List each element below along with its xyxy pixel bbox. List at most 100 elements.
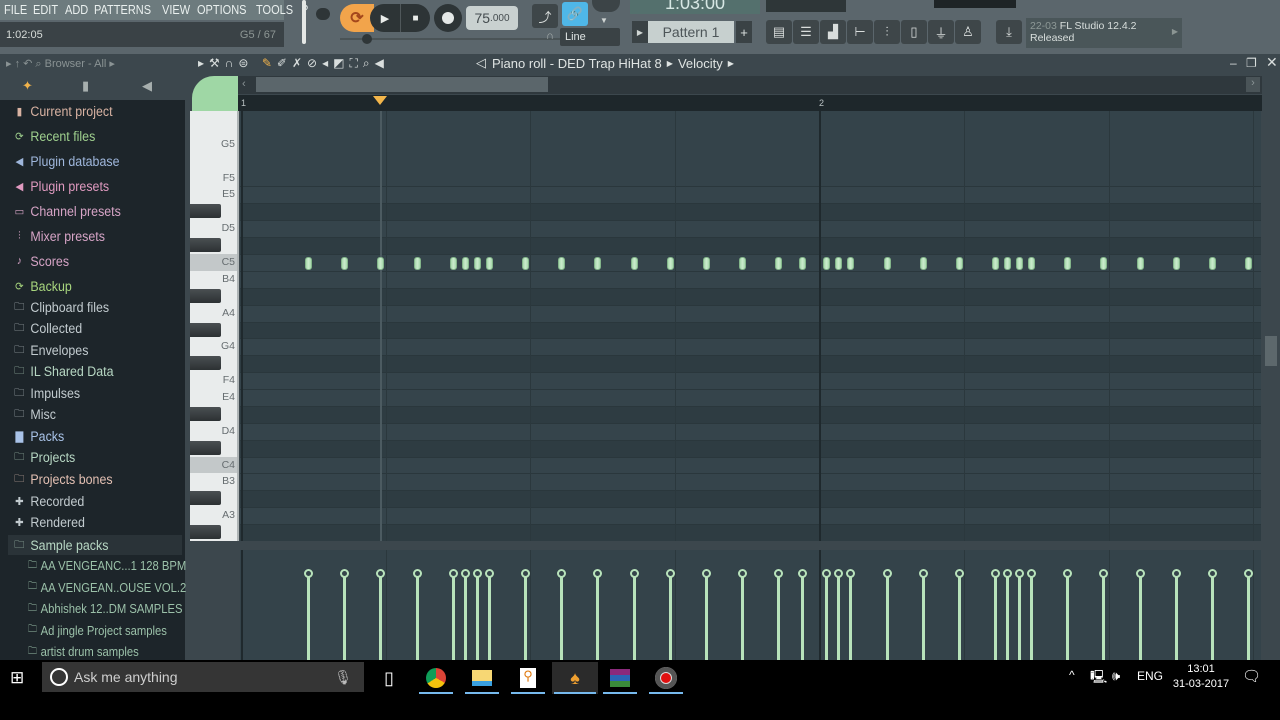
browser-item[interactable]: 🗀 Projects bones [12,469,113,489]
playback-icon[interactable]: ◀ [375,56,389,70]
velocity-bar[interactable] [704,574,708,660]
project-info-button[interactable]: ▯ [901,20,927,44]
note[interactable] [666,257,674,270]
note[interactable] [1208,257,1216,270]
velocity-handle[interactable] [798,569,808,578]
black-key[interactable] [190,440,221,455]
black-key[interactable] [190,288,221,303]
master-volume-slider[interactable] [302,0,306,44]
taskbar-chrome[interactable] [417,662,455,694]
velocity-bar[interactable] [475,574,479,660]
note[interactable] [1064,257,1072,270]
velocity-bar[interactable] [801,574,805,660]
vertical-scroll-thumb[interactable] [1265,336,1277,366]
note[interactable] [823,257,831,270]
black-key[interactable] [190,204,221,219]
browser-item[interactable]: ▮ Current project [12,101,113,121]
velocity-bar[interactable] [1210,574,1214,660]
song-position-handle[interactable] [362,34,372,44]
note[interactable] [702,257,710,270]
velocity-bar[interactable] [415,574,419,660]
menu-patterns[interactable]: PATTERNS [94,3,151,17]
velocity-handle[interactable] [1244,569,1254,578]
velocity-handle[interactable] [882,569,892,578]
snap-icon[interactable]: ⊜ [238,56,253,70]
taskbar-file-explorer[interactable] [463,662,501,694]
snap-select[interactable]: Line [560,28,620,46]
minimize-button[interactable]: – [1230,56,1237,70]
horizontal-scroll-thumb[interactable] [256,77,548,92]
vertical-scrollbar[interactable] [1262,76,1280,546]
song-time-display[interactable]: 1:03:00 [630,0,760,14]
velocity-handle[interactable] [629,569,639,578]
note[interactable] [413,257,421,270]
velocity-bar[interactable] [632,574,636,660]
note[interactable] [799,257,807,270]
note[interactable] [1003,257,1011,270]
note[interactable] [847,257,855,270]
options-arrow-icon[interactable]: ▸ [198,56,209,70]
windows-start-icon[interactable]: ⊞ [10,668,24,688]
note[interactable] [775,257,783,270]
browser-all-icon[interactable]: ✦ [22,78,33,94]
velocity-handle[interactable] [1015,569,1025,578]
browser-item[interactable]: 🗀 Sample packs [12,535,108,555]
pattern-prev-button[interactable]: ▶ [632,21,648,43]
velocity-handle[interactable] [954,569,964,578]
speaker-icon[interactable]: ◁ [476,55,486,71]
velocity-handle[interactable] [1171,569,1181,578]
velocity-handle[interactable] [822,569,832,578]
browser-item[interactable]: ◀ Plugin database [12,151,119,171]
velocity-handle[interactable] [1135,569,1145,578]
browser-item[interactable]: 🗀 Clipboard files [12,297,109,317]
master-pitch-knob[interactable] [316,8,330,20]
menu-view[interactable]: VIEW [162,3,190,17]
velocity-bar[interactable] [463,574,467,660]
velocity-bar[interactable] [1247,574,1251,660]
pattern-song-toggle[interactable]: ⟳ [340,4,374,32]
browser-files-icon[interactable]: ▮ [82,78,89,94]
velocity-bar[interactable] [487,574,491,660]
velocity-bar[interactable] [957,574,961,660]
velocity-bar[interactable] [379,574,383,660]
velocity-handle[interactable] [1099,569,1109,578]
wrench-icon[interactable]: ⚒ [209,56,225,70]
maximize-button[interactable]: ❐ [1246,56,1257,70]
velocity-bar[interactable] [1018,574,1022,660]
note[interactable] [992,257,999,270]
velocity-handle[interactable] [991,569,1000,578]
note[interactable] [1136,257,1144,270]
link-button[interactable]: 🔗 [562,2,588,26]
note[interactable] [449,257,457,270]
note[interactable] [1100,257,1108,270]
velocity-handle[interactable] [1207,569,1217,578]
zoom-icon[interactable]: ⌕ [363,56,375,70]
taskbar-winrar[interactable] [601,662,639,694]
velocity-handle[interactable] [340,569,350,578]
velocity-editor[interactable] [240,550,1261,660]
velocity-bar[interactable] [1138,574,1142,660]
volume-icon[interactable]: 🕪 [1112,668,1120,684]
browser-item[interactable]: ▇ Packs [12,426,64,446]
note[interactable] [522,257,530,270]
note[interactable] [1016,257,1024,270]
piano-keyboard[interactable]: G5 F5 E5 D5 C5 B4 A4 G4 F4 E4 D4 C4 B3 A3 [190,111,239,541]
language-indicator[interactable]: ENG [1137,669,1163,683]
note[interactable] [1172,257,1180,270]
browser-item[interactable]: ⫶ Mixer presets [12,226,105,246]
menu-options[interactable]: OPTIONS [197,3,247,17]
velocity-bar[interactable] [451,574,455,660]
browser-item[interactable]: 🗀 Impulses [12,383,80,403]
zoom-select-icon[interactable]: ⛶ [349,56,362,70]
slice-icon[interactable]: ◂ [322,56,333,70]
play-button[interactable]: ▶ [370,4,400,32]
event-target[interactable]: Velocity [678,56,723,71]
velocity-bar[interactable] [596,574,600,660]
piano-roll-instrument[interactable]: Piano roll - DED Trap HiHat 8 [492,56,662,71]
velocity-bar[interactable] [885,574,889,660]
note[interactable] [1028,257,1036,270]
tool-corner[interactable] [192,76,238,111]
velocity-handle[interactable] [472,569,482,578]
dropdown-arrow-icon[interactable]: ▼ [600,16,608,25]
note[interactable] [485,257,493,270]
